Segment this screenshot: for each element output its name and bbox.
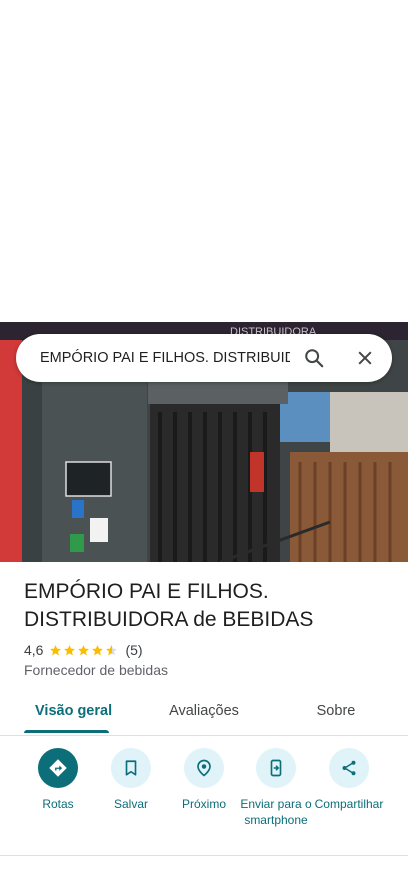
tab-overview[interactable]: Visão geral xyxy=(24,695,120,733)
close-icon[interactable] xyxy=(353,346,377,370)
star-icon xyxy=(92,644,104,655)
next-section-peek xyxy=(24,876,384,884)
section-divider xyxy=(0,855,408,856)
directions-icon xyxy=(49,759,67,777)
rating-value: 4,6 xyxy=(24,642,44,658)
star-half-icon xyxy=(106,644,118,655)
send-to-phone-button[interactable]: Enviar para o smartphone xyxy=(240,748,312,828)
rating-row[interactable]: 4,6 (5) xyxy=(24,641,143,659)
place-title: EMPÓRIO PAI E FILHOS. DISTRIBUIDORA de B… xyxy=(24,580,314,631)
tab-reviews[interactable]: Avaliações xyxy=(150,695,258,733)
active-tab-indicator xyxy=(24,730,109,733)
nearby-icon xyxy=(197,759,211,777)
star-icon xyxy=(50,644,62,655)
review-count[interactable]: (5) xyxy=(125,642,142,658)
tab-about[interactable]: Sobre xyxy=(300,695,372,733)
share-icon xyxy=(342,760,356,776)
directions-label: Rotas xyxy=(42,797,74,811)
action-buttons: Rotas Salvar Próximo Enviar para o smart… xyxy=(0,748,408,848)
directions-button[interactable]: Rotas xyxy=(22,748,94,812)
share-label: Compartilhar xyxy=(314,797,384,811)
search-icon[interactable] xyxy=(302,346,326,370)
rating-stars xyxy=(49,644,119,657)
save-button[interactable]: Salvar xyxy=(95,748,167,812)
search-input[interactable]: EMPÓRIO PAI E FILHOS. DISTRIBUIDORA de B… xyxy=(40,334,290,382)
bookmark-icon xyxy=(125,760,137,776)
star-icon xyxy=(64,644,76,655)
tab-bar: Visão geral Avaliações Sobre xyxy=(0,695,408,736)
star-icon xyxy=(78,644,90,655)
nearby-label: Próximo xyxy=(181,797,226,811)
send-to-phone-icon xyxy=(270,759,282,777)
map-area[interactable] xyxy=(0,0,408,322)
search-bar[interactable]: EMPÓRIO PAI E FILHOS. DISTRIBUIDORA de B… xyxy=(16,334,392,382)
send-to-phone-label: Enviar para o smartphone xyxy=(240,797,312,827)
save-label: Salvar xyxy=(113,797,148,811)
place-category[interactable]: Fornecedor de bebidas xyxy=(24,662,168,678)
share-button[interactable]: Compartilhar xyxy=(313,748,385,812)
nearby-button[interactable]: Próximo xyxy=(168,748,240,812)
